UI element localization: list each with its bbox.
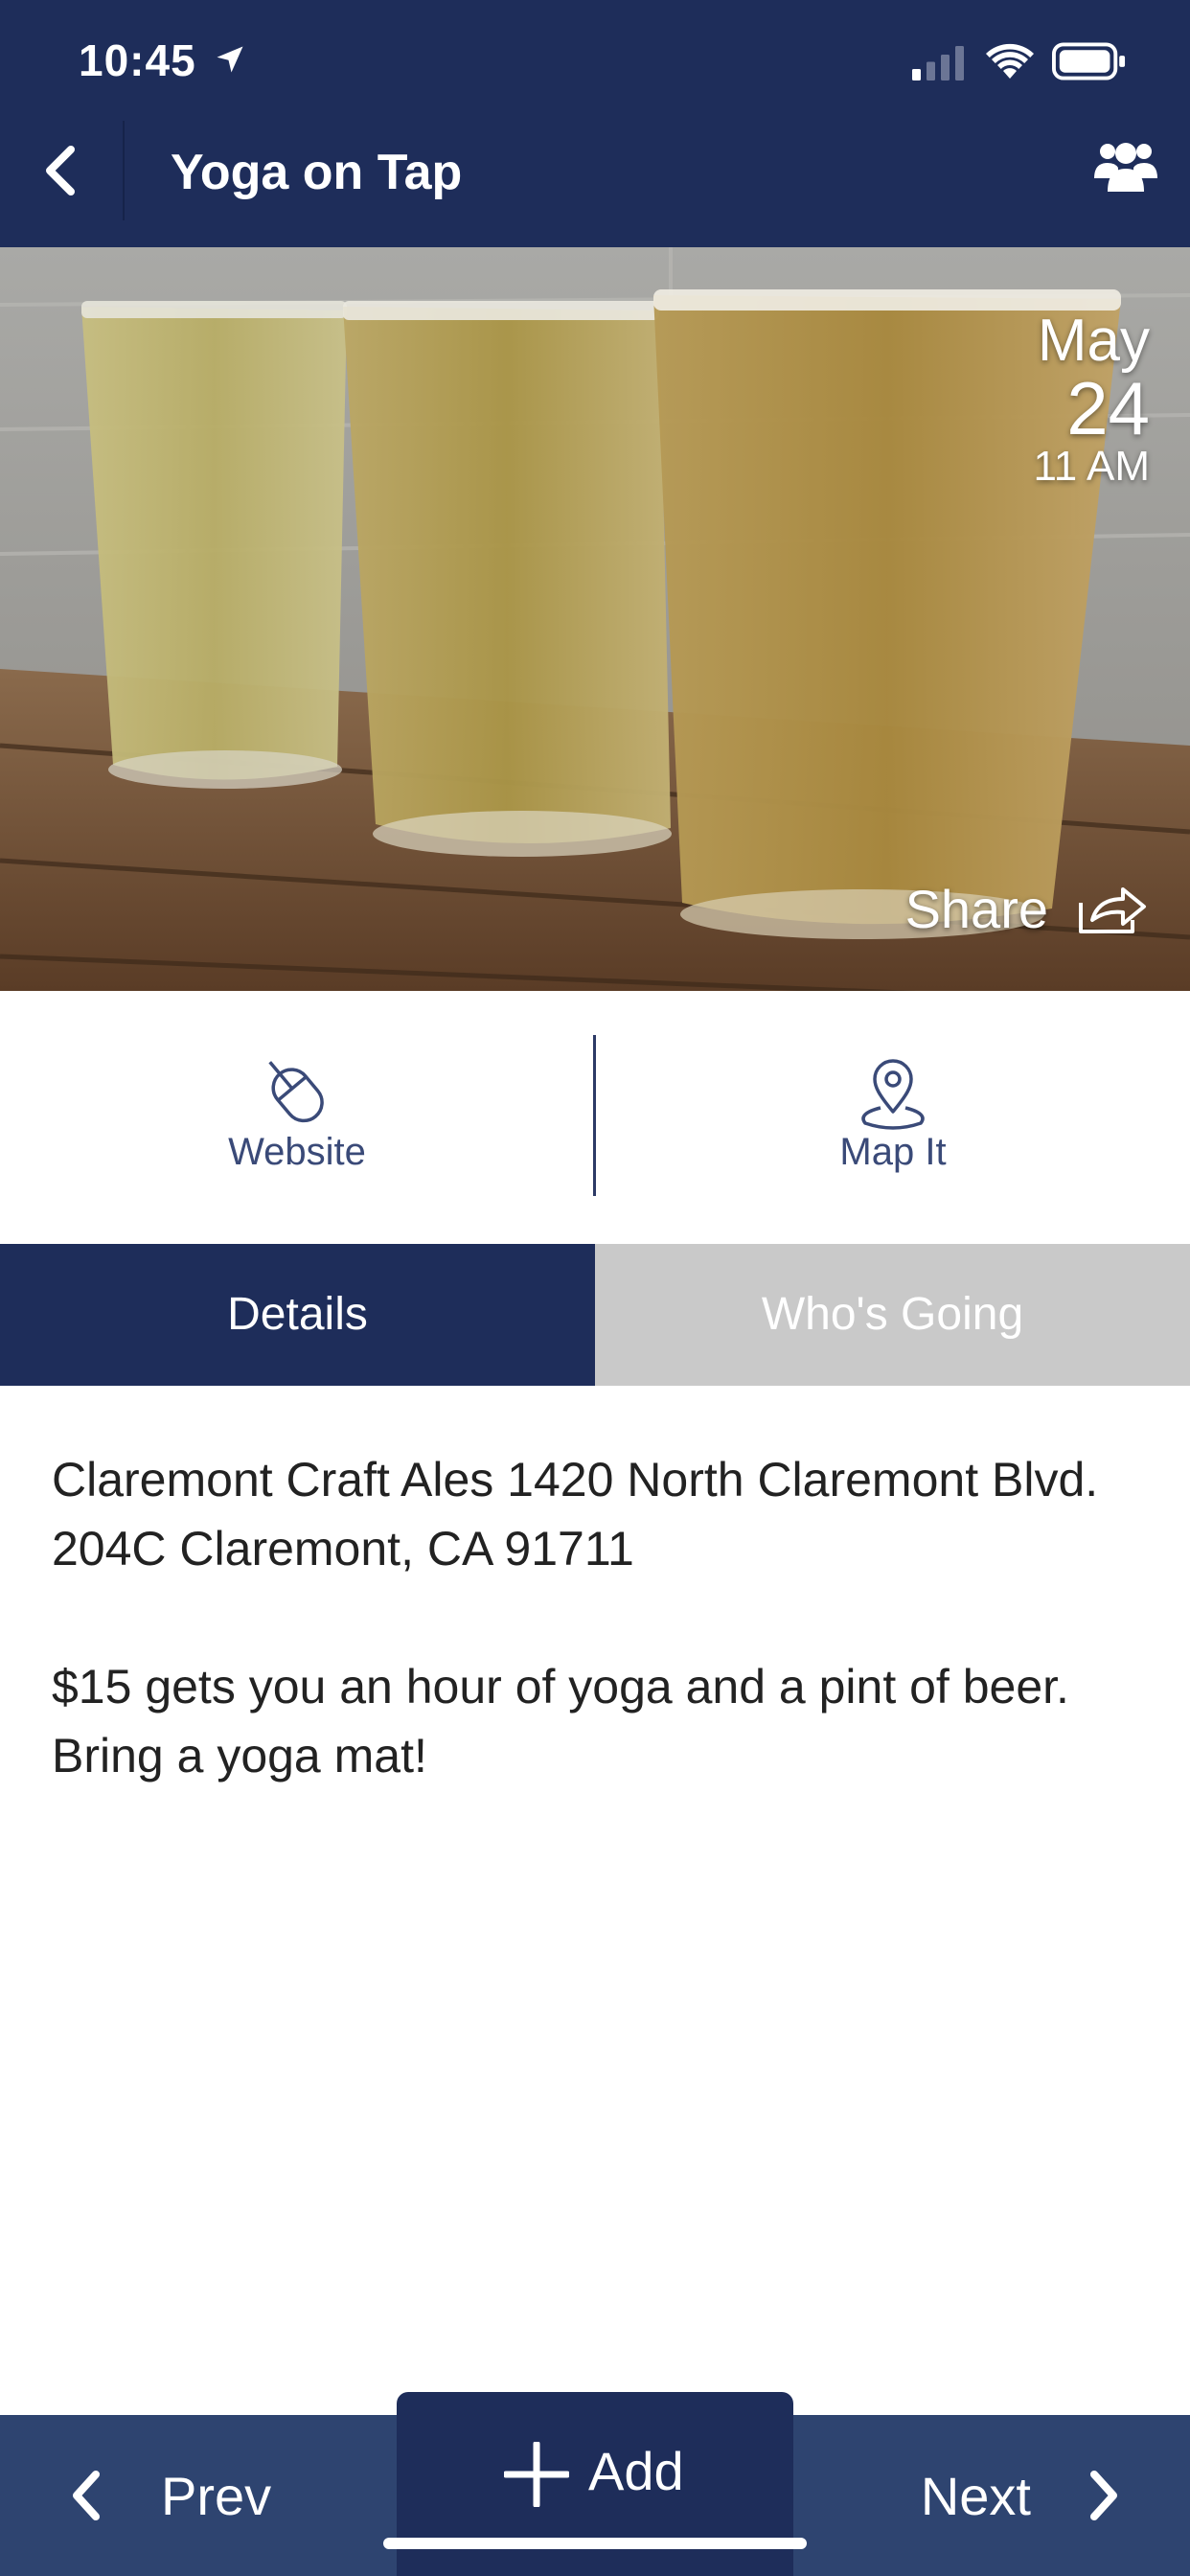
prev-button[interactable]: Prev xyxy=(0,2415,393,2576)
next-label: Next xyxy=(920,2466,1031,2526)
battery-icon xyxy=(1052,42,1126,80)
share-button[interactable]: Share xyxy=(905,870,1148,947)
map-pin-icon xyxy=(861,1059,925,1130)
tab-bar: Details Who's Going xyxy=(0,1244,1190,1386)
mouse-icon xyxy=(268,1061,324,1123)
nav-divider xyxy=(123,121,125,220)
share-icon xyxy=(1079,887,1146,933)
back-button[interactable] xyxy=(0,94,123,247)
wifi-icon xyxy=(986,43,1034,79)
event-time: 11 AM xyxy=(1033,443,1150,490)
event-hero-image: May 24 11 AM Share xyxy=(0,247,1190,991)
action-row: Website Map It xyxy=(0,991,1190,1244)
add-label: Add xyxy=(588,2441,684,2501)
status-bar: 10:45 xyxy=(0,0,1190,94)
page-title: Yoga on Tap xyxy=(171,145,463,200)
navigation-bar: Yoga on Tap xyxy=(0,94,1190,247)
cellular-signal-icon xyxy=(912,46,964,80)
details-content: Claremont Craft Ales 1420 North Claremon… xyxy=(52,1445,1144,1859)
status-time: 10:45 xyxy=(79,35,196,85)
group-icon xyxy=(1094,143,1157,192)
website-label: Website xyxy=(228,1131,366,1173)
chevron-left-icon xyxy=(46,146,75,196)
event-day: 24 xyxy=(1066,366,1150,450)
chevron-right-icon xyxy=(1090,2471,1117,2520)
prev-label: Prev xyxy=(161,2466,272,2526)
website-button[interactable]: Website xyxy=(0,991,594,1244)
map-it-label: Map It xyxy=(839,1131,947,1173)
map-it-button[interactable]: Map It xyxy=(596,991,1190,1244)
location-arrow-icon xyxy=(217,46,243,73)
plus-icon xyxy=(504,2442,569,2507)
event-month: May xyxy=(1037,308,1150,374)
next-button[interactable]: Next xyxy=(797,2415,1190,2576)
tab-whos-going[interactable]: Who's Going xyxy=(595,1244,1190,1386)
group-button[interactable] xyxy=(1056,94,1190,247)
tab-details[interactable]: Details xyxy=(0,1244,595,1386)
event-description: $15 gets you an hour of yoga and a pint … xyxy=(52,1660,1069,1782)
event-date-badge: May 24 11 AM xyxy=(1034,310,1150,489)
chevron-left-icon xyxy=(73,2471,100,2520)
home-indicator[interactable] xyxy=(383,2538,807,2549)
share-label: Share xyxy=(904,878,1048,939)
event-address: Claremont Craft Ales 1420 North Claremon… xyxy=(52,1453,1099,1576)
